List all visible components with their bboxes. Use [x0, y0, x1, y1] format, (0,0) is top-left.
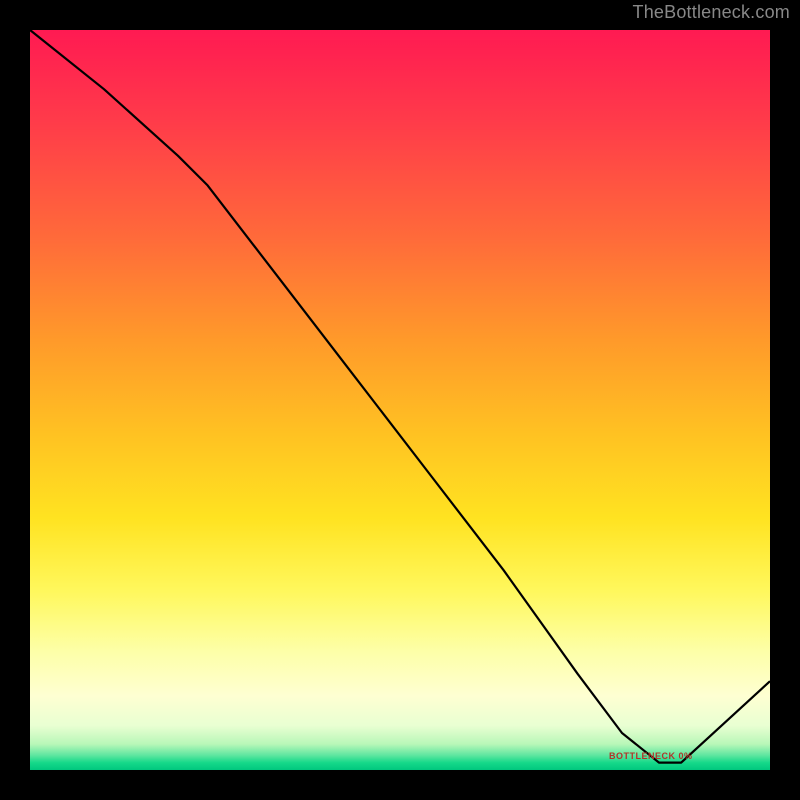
- attribution-text: TheBottleneck.com: [633, 2, 790, 23]
- bottleneck-curve: [30, 30, 770, 763]
- plot-area: BOTTLENECK 0%: [30, 30, 770, 770]
- bottleneck-zero-label: BOTTLENECK 0%: [609, 751, 693, 761]
- chart-frame: TheBottleneck.com BOTTLENECK 0%: [0, 0, 800, 800]
- plot-svg: [30, 30, 770, 770]
